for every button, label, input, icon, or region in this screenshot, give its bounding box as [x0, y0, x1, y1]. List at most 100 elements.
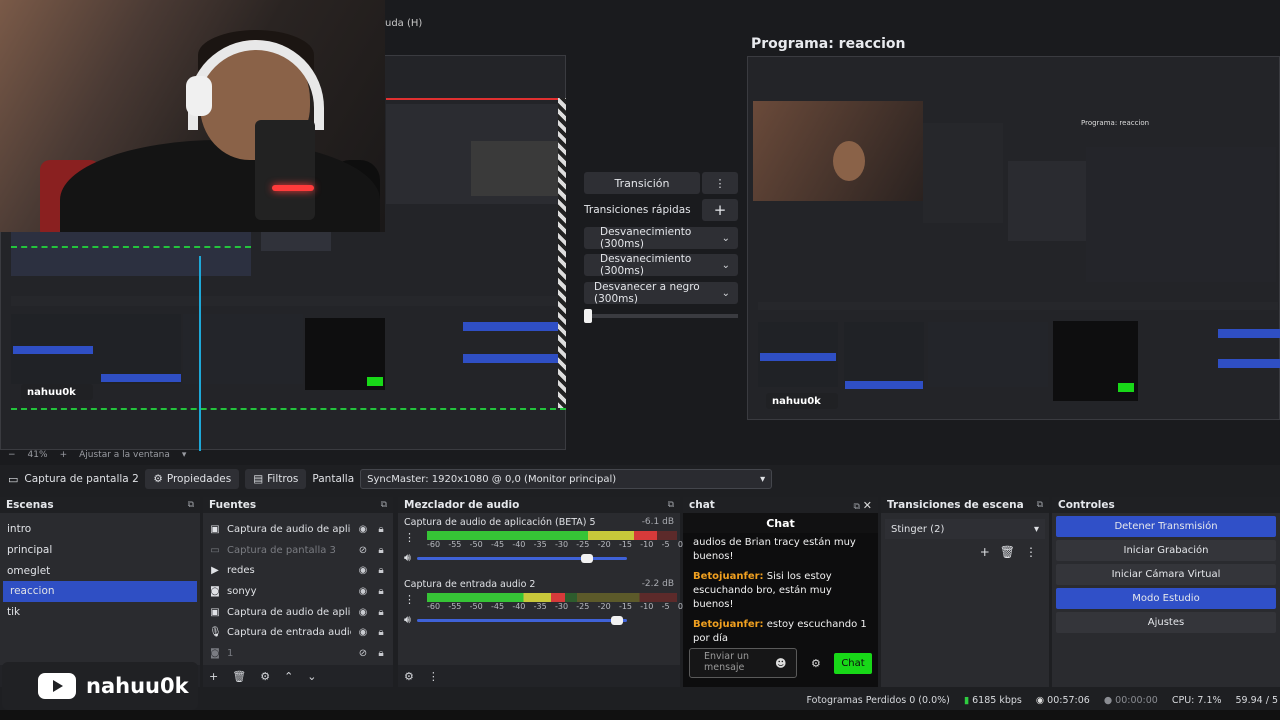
youtube-watermark: nahuu0k — [2, 662, 198, 710]
live-icon: ◉ — [1035, 694, 1045, 706]
trash-icon[interactable]: 🗑︎ — [232, 670, 246, 683]
eye-icon[interactable]: ◉ — [357, 607, 369, 618]
fit-window-label[interactable]: Ajustar a la ventana — [79, 450, 170, 460]
preview-area: nahuu0k uda (H) − 41% + Ajustar a la ven… — [0, 0, 1280, 465]
webcam-feed — [0, 0, 385, 232]
trash-icon[interactable]: 🗑︎ — [1000, 545, 1015, 559]
scene-item[interactable]: principal — [0, 540, 200, 561]
zoom-in-icon[interactable]: + — [60, 450, 68, 460]
source-item[interactable]: ▶ redes ◉ 🔒︎ — [203, 560, 393, 581]
speaker-icon[interactable]: 🔊︎ — [404, 551, 411, 565]
chevron-down-icon: ⌄ — [721, 259, 730, 271]
taskbar-strip — [0, 710, 1280, 720]
record-icon: ● — [1103, 694, 1113, 706]
eye-off-icon[interactable]: ⊘ — [357, 648, 369, 659]
speaker-icon[interactable]: 🔊︎ — [404, 613, 411, 627]
chat-send-button[interactable]: Chat — [834, 653, 872, 674]
cpu-usage: CPU: 7.1% — [1171, 694, 1222, 706]
lock-icon[interactable]: 🔒︎ — [375, 524, 387, 535]
chat-settings-icon[interactable]: ⚙ — [811, 657, 821, 670]
dock-float-icon[interactable]: ⧉ — [668, 500, 674, 510]
lock-icon[interactable]: 🔒︎ — [375, 627, 387, 638]
stop-streaming-button[interactable]: Detener Transmisión — [1056, 516, 1276, 537]
app-audio-icon: ▣ — [210, 606, 220, 618]
help-menu[interactable]: uda (H) — [385, 18, 422, 29]
source-item[interactable]: ◙ 1 ⊘ 🔒︎ — [203, 643, 393, 664]
monitor-select[interactable]: SyncMaster: 1920x1080 @ 0,0 (Monitor pri… — [360, 469, 773, 489]
volume-slider[interactable] — [416, 615, 627, 625]
chevron-down-icon[interactable]: ▾ — [182, 450, 187, 460]
scene-item[interactable]: tik — [0, 602, 200, 623]
add-transition-icon[interactable]: + — [980, 545, 990, 559]
kebab-icon[interactable]: ⋮ — [1025, 545, 1037, 559]
scale-tick: -60 — [427, 602, 441, 611]
start-recording-button[interactable]: Iniciar Grabación — [1056, 540, 1276, 561]
chevron-down-icon: ▾ — [1033, 523, 1039, 535]
add-source-icon[interactable]: + — [209, 670, 218, 683]
volume-handle[interactable] — [610, 615, 623, 625]
source-item[interactable]: ◙ sonyy ◉ 🔒︎ — [203, 581, 393, 602]
chat-panel: Chat audios de Brian tracy están muy bue… — [683, 513, 878, 687]
mixer-settings-icon[interactable]: ⚙ — [404, 670, 414, 683]
lock-icon[interactable]: 🔒︎ — [375, 545, 387, 556]
transition-select[interactable]: Stinger (2) ▾ — [885, 519, 1045, 539]
close-icon[interactable]: ✕ — [863, 499, 872, 512]
emoji-icon[interactable]: ☻ — [775, 657, 786, 670]
kebab-icon[interactable]: ⋮ — [428, 670, 439, 683]
source-item[interactable]: 🎙︎Captura de entrada audio 2◉🔒︎ — [203, 622, 393, 643]
quick-transition-3[interactable]: Desvanecer a negro (300ms) ⌄ — [584, 281, 738, 305]
sources-header: Fuentes ⧉ — [203, 497, 393, 513]
dock-float-icon[interactable]: ⧉ — [853, 502, 859, 512]
sources-footer: + 🗑︎ ⚙ ⌃ ⌄ — [203, 665, 393, 687]
scale-tick: -15 — [618, 540, 633, 549]
lock-icon[interactable]: 🔒︎ — [375, 565, 387, 576]
scale-tick: -10 — [640, 540, 654, 549]
eye-icon[interactable]: ◉ — [357, 565, 369, 576]
eye-icon[interactable]: ◉ — [357, 524, 369, 535]
scene-item-selected[interactable]: reaccion — [3, 581, 197, 602]
volume-handle[interactable] — [581, 553, 594, 563]
kebab-icon[interactable]: ⋮ — [404, 531, 415, 544]
meter-scale: -60 -55 -50 -45 -40 -35 -30 -25 -20 -15 -10 -5 0 — [427, 540, 683, 549]
start-virtual-camera-button[interactable]: Iniciar Cámara Virtual — [1056, 564, 1276, 585]
eye-icon[interactable]: ◉ — [357, 586, 369, 597]
bitrate-indicator: ▮ 6185 kbps — [963, 694, 1022, 706]
eye-icon[interactable]: ◉ — [357, 627, 369, 638]
scenes-dock: Escenas ⧉ intro principal omeglet reaccio… — [0, 497, 200, 687]
lock-icon[interactable]: 🔒︎ — [375, 648, 387, 659]
eye-off-icon[interactable]: ⊘ — [357, 545, 369, 556]
quick-transition-1[interactable]: Desvanecimiento (300ms) ⌄ — [584, 226, 738, 250]
move-up-icon[interactable]: ⌃ — [284, 670, 293, 683]
transition-slider-handle[interactable] — [584, 309, 592, 323]
scene-item[interactable]: intro — [0, 519, 200, 540]
move-down-icon[interactable]: ⌄ — [307, 670, 316, 683]
scene-item[interactable]: omeglet — [0, 560, 200, 581]
properties-button[interactable]: ⚙ Propiedades — [145, 469, 240, 489]
scale-tick: -60 — [427, 540, 441, 549]
source-item[interactable]: ▣Captura de audio de aplicació◉🔒︎ — [203, 602, 393, 623]
scale-tick: -5 — [661, 540, 670, 549]
volume-slider[interactable] — [416, 553, 627, 563]
kebab-icon[interactable]: ⋮ — [404, 593, 415, 606]
zoom-out-icon[interactable]: − — [8, 450, 16, 460]
transition-slider[interactable] — [584, 309, 738, 323]
lock-icon[interactable]: 🔒︎ — [375, 586, 387, 597]
dock-float-icon[interactable]: ⧉ — [188, 500, 194, 510]
quick-transitions-label: Transiciones rápidas — [584, 204, 691, 216]
transition-button[interactable]: Transición — [584, 172, 700, 194]
settings-button[interactable]: Ajustes — [1056, 612, 1276, 633]
filters-button[interactable]: ▤ Filtros — [245, 469, 307, 489]
source-item[interactable]: ▭ Captura de pantalla 3 ⊘ 🔒︎ — [203, 540, 393, 561]
gear-icon[interactable]: ⚙ — [260, 670, 270, 683]
signal-icon: ▮ — [963, 694, 970, 706]
lock-icon[interactable]: 🔒︎ — [375, 607, 387, 618]
transition-menu-button[interactable]: ⋮ — [702, 172, 738, 194]
quick-transition-2[interactable]: Desvanecimiento (300ms) ⌄ — [584, 253, 738, 277]
source-item[interactable]: ▣Captura de audio de aplicació◉🔒︎ — [203, 519, 393, 540]
dock-float-icon[interactable]: ⧉ — [1037, 500, 1043, 510]
filter-icon: ▤ — [253, 473, 264, 485]
scale-tick: -50 — [469, 602, 483, 611]
dock-float-icon[interactable]: ⧉ — [381, 500, 387, 510]
add-quick-transition-button[interactable]: + — [702, 199, 738, 221]
studio-mode-button[interactable]: Modo Estudio — [1056, 588, 1276, 609]
